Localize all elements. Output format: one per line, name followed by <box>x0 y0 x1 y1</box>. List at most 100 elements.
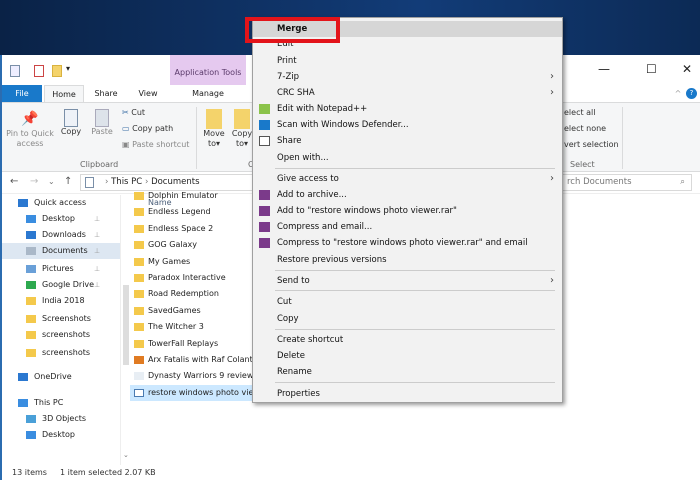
file-name: Endless Legend <box>148 207 211 217</box>
move-to-icon <box>206 109 222 129</box>
menu-item-add-to-archive[interactable]: Add to archive... <box>253 187 562 203</box>
sidebar-item-quick-access[interactable]: Quick access <box>2 195 120 211</box>
menu-item-create-shortcut[interactable]: Create shortcut <box>253 332 562 348</box>
paste-shortcut-button[interactable]: ▣ Paste shortcut <box>122 140 189 150</box>
move-to-button[interactable]: Move to▾ <box>200 109 228 149</box>
paste-label: Paste <box>91 127 113 136</box>
pin-to-quick-access-button[interactable]: 📌 Pin to Quick access <box>4 109 56 149</box>
breadcrumb-documents[interactable]: Documents <box>151 177 199 187</box>
winrar-icon <box>259 190 270 200</box>
pin-icon: ⊥ <box>94 231 101 239</box>
search-input[interactable]: rch Documents ⌕ <box>554 174 692 191</box>
pin-label: Pin to Quick access <box>6 129 54 148</box>
invert-selection-button[interactable]: vert selection <box>564 140 619 150</box>
menu-item-send-to[interactable]: Send to › <box>253 273 562 289</box>
menu-item-crc-sha[interactable]: CRC SHA › <box>253 85 562 101</box>
tab-view[interactable]: View <box>130 85 166 102</box>
file-name: My Games <box>148 256 191 266</box>
menu-item-scan-with-windows-defender[interactable]: Scan with Windows Defender... <box>253 117 562 133</box>
menu-item-open-with[interactable]: Open with... <box>253 150 562 166</box>
copy-to-button[interactable]: Copy to▾ <box>230 109 254 149</box>
registry-file-icon <box>134 388 144 397</box>
menu-item-properties[interactable]: Properties <box>253 386 562 402</box>
maximize-button[interactable]: ☐ <box>646 62 657 76</box>
menu-item-edit-with-notepad[interactable]: Edit with Notepad++ <box>253 101 562 117</box>
minimize-button[interactable]: — <box>598 62 610 76</box>
sidebar-item-label: OneDrive <box>34 372 72 381</box>
sidebar-item-desktop[interactable]: Desktop ⊥ <box>2 211 120 227</box>
menu-item-label: Restore previous versions <box>277 255 387 265</box>
checkmark-icon[interactable] <box>34 65 44 77</box>
pin-icon: ⊥ <box>94 215 101 223</box>
folder-icon <box>26 315 36 323</box>
copy-path-button[interactable]: ▭ Copy path <box>122 124 173 134</box>
sidebar-item-3d-objects[interactable]: 3D Objects <box>2 411 120 427</box>
context-menu: Merge Edit Print 7-Zip › CRC SHA › Edit with No… <box>252 17 563 403</box>
sidebar-item-google-drive[interactable]: Google Drive ⊥ <box>2 277 120 293</box>
sidebar-item-onedrive[interactable]: OneDrive <box>2 369 120 385</box>
menu-item-label: Properties <box>277 389 320 399</box>
menu-item-compress-and-email[interactable]: Compress and email... <box>253 219 562 235</box>
menu-item-label: Cut <box>277 297 292 307</box>
menu-item-add-to-restore-windows-photo-viewer-rar[interactable]: Add to "restore windows photo viewer.rar… <box>253 203 562 219</box>
sidebar-item-documents[interactable]: Documents ⊥ <box>2 243 120 259</box>
sidebar-item-this-pc[interactable]: This PC <box>2 395 120 411</box>
desktop-icon <box>26 431 36 439</box>
new-folder-icon[interactable] <box>52 65 62 77</box>
cut-button[interactable]: ✂ Cut <box>122 108 145 118</box>
properties-icon[interactable] <box>10 65 20 77</box>
sidebar-item-downloads[interactable]: Downloads ⊥ <box>2 227 120 243</box>
move-to-label: Move to <box>203 129 225 148</box>
sidebar-item-screenshots[interactable]: Screenshots <box>2 311 120 327</box>
breadcrumb-this-pc[interactable]: This PC <box>111 177 142 187</box>
menu-item-label: Add to archive... <box>277 190 347 200</box>
back-button[interactable]: ← <box>10 176 18 187</box>
menu-item-rename[interactable]: Rename <box>253 364 562 380</box>
tab-home[interactable]: Home <box>44 85 84 102</box>
tab-share[interactable]: Share <box>88 85 124 102</box>
sidebar-item-label: Quick access <box>34 198 87 207</box>
paste-button[interactable]: Paste <box>88 109 116 137</box>
sidebar-item-screenshots[interactable]: screenshots <box>2 345 120 361</box>
menu-item-restore-previous-versions[interactable]: Restore previous versions <box>253 252 562 268</box>
menu-item-compress-to-restore-windows-photo-viewer-rar-and-email[interactable]: Compress to "restore windows photo viewe… <box>253 235 562 251</box>
menu-separator <box>275 270 555 271</box>
sidebar-item-label: Screenshots <box>42 314 91 323</box>
menu-item-label: Send to <box>277 276 310 286</box>
application-tools-label: Application Tools <box>170 55 246 85</box>
menu-item-give-access-to[interactable]: Give access to › <box>253 171 562 187</box>
recent-locations-chevron-icon[interactable]: ⌄ <box>48 177 55 186</box>
menu-item-copy[interactable]: Copy <box>253 311 562 327</box>
copy-to-icon <box>234 109 250 129</box>
sidebar-item-screenshots[interactable]: screenshots <box>2 327 120 343</box>
menu-item-print[interactable]: Print <box>253 53 562 69</box>
sidebar-item-label: 3D Objects <box>42 414 87 423</box>
menu-item-7-zip[interactable]: 7-Zip › <box>253 69 562 85</box>
help-icon[interactable]: ? <box>686 88 697 99</box>
menu-separator <box>275 290 555 291</box>
menu-item-delete[interactable]: Delete <box>253 348 562 364</box>
copy-path-label: Copy path <box>132 124 174 133</box>
submenu-arrow-icon: › <box>550 87 554 98</box>
winrar-icon <box>259 206 270 216</box>
tab-manage[interactable]: Manage <box>170 85 246 102</box>
customize-toolbar-chevron-icon[interactable]: ▾ <box>66 64 70 73</box>
scissors-icon: ✂ <box>122 108 129 117</box>
select-all-button[interactable]: elect all <box>564 108 596 118</box>
sidebar-item-pictures[interactable]: Pictures ⊥ <box>2 261 120 277</box>
sidebar-item-desktop[interactable]: Desktop <box>2 427 120 443</box>
file-name: GOG Galaxy <box>148 240 197 250</box>
forward-button[interactable]: → <box>30 176 38 187</box>
sidebar-item-india-2018[interactable]: India 2018 <box>2 293 120 309</box>
folder-icon <box>26 297 36 305</box>
menu-item-share[interactable]: Share <box>253 133 562 149</box>
menu-item-cut[interactable]: Cut <box>253 294 562 310</box>
up-button[interactable]: ↑ <box>64 176 72 187</box>
file-name: Dolphin Emulator <box>148 191 218 200</box>
share-icon <box>259 136 270 146</box>
close-button[interactable]: ✕ <box>682 62 692 76</box>
copy-button[interactable]: Copy <box>58 109 84 137</box>
tab-file[interactable]: File <box>2 85 42 102</box>
collapse-ribbon-icon[interactable]: ^ <box>672 85 684 102</box>
select-none-button[interactable]: elect none <box>564 124 606 134</box>
